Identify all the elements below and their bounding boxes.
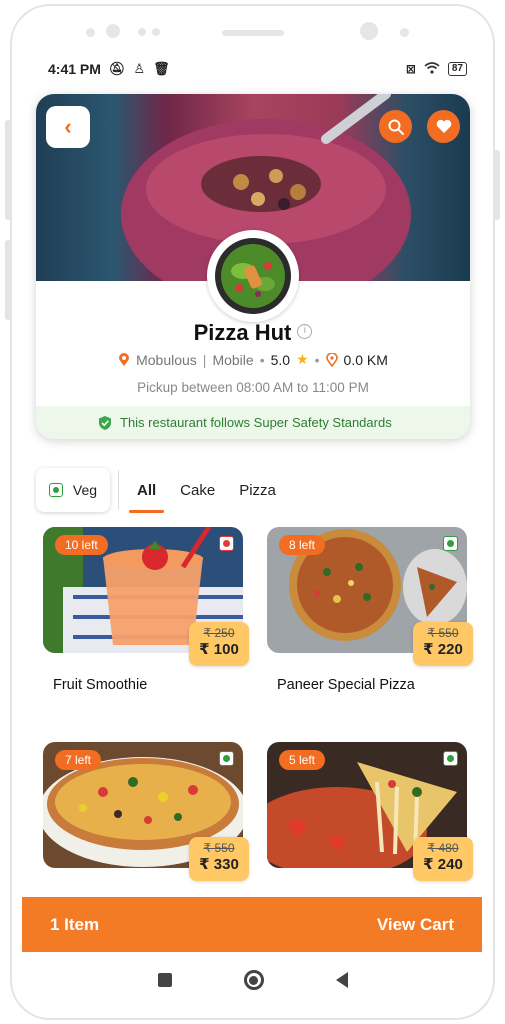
favorite-button[interactable] — [427, 110, 460, 143]
restaurant-title: Pizza Hut i — [36, 320, 470, 346]
system-navigation-bar — [12, 962, 493, 998]
stock-badge: 10 left — [55, 535, 108, 555]
veg-filter-toggle[interactable]: Veg — [36, 468, 110, 512]
sensor-dot — [138, 28, 146, 36]
status-time: 4:41 PM — [48, 61, 101, 77]
menu-item-card[interactable]: 10 left ₹ 250 ₹ 100 Fruit Smoothie — [43, 527, 249, 693]
volume-button — [5, 240, 11, 320]
star-icon: ★ — [296, 351, 309, 367]
trash-icon: 🗑︎ — [153, 61, 170, 76]
sensor-dot — [86, 28, 95, 37]
view-cart-button[interactable]: View Cart — [377, 915, 454, 935]
recent-apps-icon[interactable] — [157, 973, 172, 987]
veg-filter-label: Veg — [72, 482, 98, 498]
stock-badge: 7 left — [55, 750, 102, 770]
price-tag: ₹ 250 ₹ 100 — [189, 622, 249, 666]
meta-dot: • — [259, 351, 265, 368]
chevron-left-icon: ‹ — [64, 114, 72, 139]
restaurant-rating: 5.0 — [270, 351, 291, 368]
original-price: ₹ 550 — [427, 626, 459, 640]
phone-frame: 4:41 PM 🔕︎ ♙ 🗑︎ ⊠ 87 ‹ Pizza Hut i Mobul… — [10, 4, 495, 1020]
tab-cake[interactable]: Cake — [178, 482, 217, 499]
safety-banner: This restaurant follows Super Safety Sta… — [36, 406, 470, 439]
veg-icon — [443, 536, 458, 551]
non-veg-icon — [219, 536, 234, 551]
wifi-icon — [424, 61, 440, 77]
item-name: Paneer Special Pizza — [277, 677, 415, 693]
camera-dot — [106, 24, 120, 38]
tab-all[interactable]: All — [128, 482, 165, 513]
sensor-dot — [400, 28, 409, 37]
menu-item-card[interactable]: 8 left ₹ 550 ₹ 220 Paneer Special Pizza — [267, 527, 473, 693]
volume-button — [5, 120, 11, 220]
battery-icon: 87 — [447, 62, 467, 76]
discounted-price: ₹ 330 — [199, 856, 239, 873]
menu-item-card[interactable]: 5 left ₹ 480 ₹ 240 — [267, 742, 473, 881]
veg-icon — [48, 483, 63, 497]
restaurant-name: Pizza Hut — [193, 320, 292, 345]
meta-separator: | — [202, 351, 207, 368]
discounted-price: ₹ 220 — [423, 641, 463, 658]
restaurant-distance: 0.0 KM — [343, 351, 388, 368]
safety-text: This restaurant follows Super Safety Sta… — [120, 415, 392, 430]
stock-badge: 8 left — [279, 535, 326, 555]
status-bar: 4:41 PM 🔕︎ ♙ 🗑︎ ⊠ 87 — [48, 58, 467, 80]
restaurant-meta: Mobulous | Mobile • 5.0 ★ • 0.0 KM — [36, 351, 470, 368]
back-button[interactable]: ‹ — [46, 106, 90, 148]
distance-pin-icon — [325, 352, 338, 367]
shield-check-icon — [99, 415, 111, 430]
cart-item-count: 1 Item — [50, 914, 100, 934]
restaurant-card: ‹ Pizza Hut i Mobulous | Mobile • 5.0 ★ … — [36, 94, 470, 439]
original-price: ₹ 250 — [203, 626, 235, 640]
menu-filter-row: Veg All Cake Pizza — [36, 468, 469, 513]
price-tag: ₹ 550 ₹ 330 — [189, 837, 249, 881]
tab-pizza[interactable]: Pizza — [237, 482, 278, 499]
discounted-price: ₹ 240 — [423, 856, 463, 873]
no-sim-icon: ⊠ — [405, 62, 416, 76]
veg-icon — [219, 751, 234, 766]
location-pin-icon — [119, 352, 130, 366]
search-button[interactable] — [379, 110, 412, 143]
discounted-price: ₹ 100 — [199, 641, 239, 658]
accessibility-icon: ♙ — [133, 61, 146, 76]
meta-dot: • — [314, 351, 320, 368]
restaurant-logo — [207, 230, 299, 322]
veg-icon — [443, 751, 458, 766]
original-price: ₹ 480 — [427, 841, 459, 855]
home-icon[interactable] — [243, 970, 264, 990]
pickup-hours: Pickup between 08:00 AM to 11:00 PM — [137, 380, 369, 395]
view-cart-bar[interactable]: 1 Item View Cart — [22, 897, 482, 952]
price-tag: ₹ 480 ₹ 240 — [413, 837, 473, 881]
back-triangle-icon[interactable] — [335, 972, 348, 988]
stock-badge: 5 left — [279, 750, 326, 770]
item-name: Fruit Smoothie — [53, 677, 148, 693]
search-icon — [388, 119, 404, 135]
original-price: ₹ 550 — [203, 841, 235, 855]
info-icon[interactable]: i — [297, 323, 313, 339]
restaurant-location: Mobulous — [136, 351, 197, 368]
sensor-dot — [152, 28, 160, 36]
heart-icon — [436, 119, 451, 133]
filter-divider — [118, 470, 119, 510]
notifications-off-icon: 🔕︎ — [108, 61, 126, 76]
speaker-grille — [222, 30, 284, 36]
restaurant-location-detail: Mobile — [212, 351, 254, 368]
price-tag: ₹ 550 ₹ 220 — [413, 622, 473, 666]
front-camera — [360, 22, 378, 40]
power-button — [494, 150, 500, 220]
menu-item-card[interactable]: 7 left ₹ 550 ₹ 330 — [43, 742, 249, 881]
